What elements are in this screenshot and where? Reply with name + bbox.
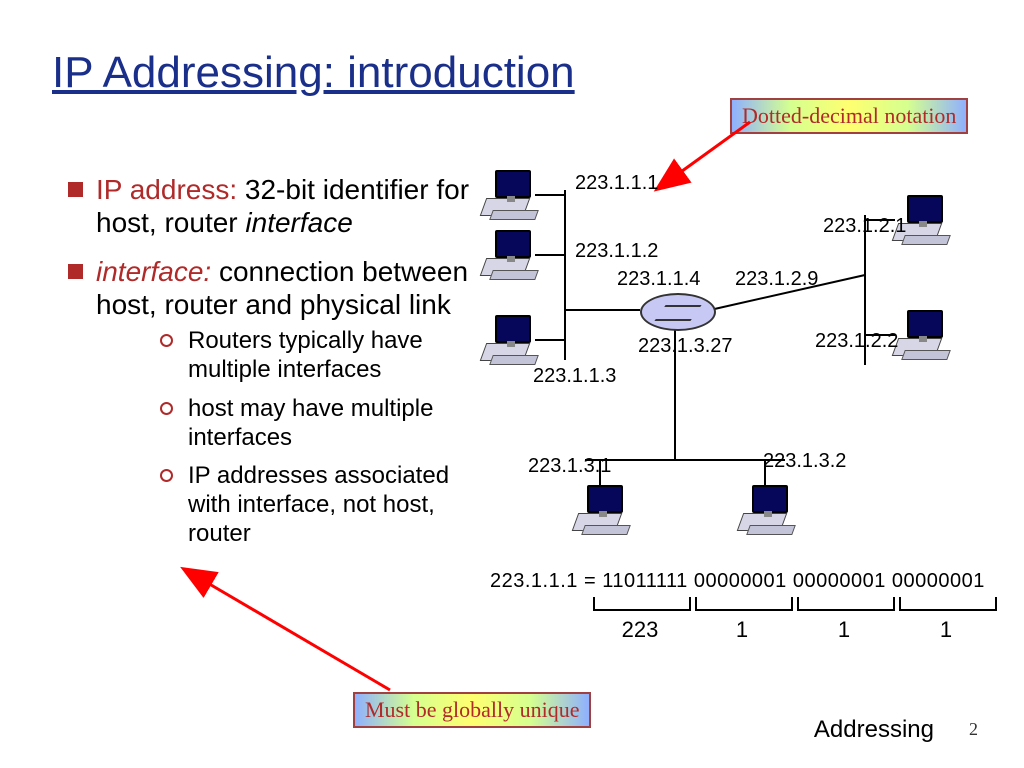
ip-label: 223.1.2.2 — [815, 330, 898, 353]
network-diagram: 223.1.1.1 223.1.1.2 223.1.1.3 223.1.1.4 … — [475, 160, 1015, 555]
ip-label: 223.1.1.1 — [575, 172, 658, 195]
bullet-interface: interface: connection between host, rout… — [68, 255, 488, 549]
ip-label: 223.1.1.4 — [617, 268, 700, 291]
octet-brackets: 223 1 1 1 — [490, 597, 1000, 657]
binary-breakdown: 223.1.1.1 = 11011111 00000001 00000001 0… — [490, 570, 1000, 657]
bullet-ip-address: IP address: 32-bit identifier for host, … — [68, 173, 488, 239]
page-number: 2 — [969, 719, 978, 740]
host-icon — [483, 315, 535, 363]
octet-value-4: 1 — [899, 617, 993, 643]
octet-value-1: 223 — [593, 617, 687, 643]
ip-label: 223.1.2.1 — [823, 215, 906, 238]
host-icon — [483, 230, 535, 278]
sub-host-multiple: host may have multiple interfaces — [160, 395, 488, 453]
binary-line: 223.1.1.1 = 11011111 00000001 00000001 0… — [490, 570, 1000, 593]
octet-value-3: 1 — [797, 617, 891, 643]
octet-value-2: 1 — [695, 617, 789, 643]
term-ip-address: IP address: — [96, 174, 237, 205]
host-icon — [575, 485, 627, 533]
sub-bullets: Routers typically have multiple interfac… — [96, 327, 488, 549]
ip-label: 223.1.2.9 — [735, 268, 818, 291]
term-interface: interface: — [96, 256, 211, 287]
callout-globally-unique: Must be globally unique — [353, 692, 591, 728]
host-icon — [483, 170, 535, 218]
host-icon — [740, 485, 792, 533]
ip-label: 223.1.3.1 — [528, 455, 611, 478]
bracket-octet-3 — [797, 597, 895, 611]
callout-dotted-decimal: Dotted-decimal notation — [730, 98, 968, 134]
text-interface-ital: interface — [245, 207, 352, 238]
bracket-octet-4 — [899, 597, 997, 611]
host-icon — [895, 310, 947, 358]
sub-ip-interface: IP addresses associated with interface, … — [160, 462, 488, 548]
footer-section: Addressing — [814, 716, 934, 744]
bracket-octet-1 — [593, 597, 691, 611]
slide-title: IP Addressing: introduction — [52, 48, 575, 98]
bullet-column: IP address: 32-bit identifier for host, … — [68, 173, 488, 565]
sub-routers-multiple: Routers typically have multiple interfac… — [160, 327, 488, 385]
bracket-octet-2 — [695, 597, 793, 611]
ip-label: 223.1.1.3 — [533, 365, 616, 388]
ip-label: 223.1.3.27 — [638, 335, 733, 358]
ip-label: 223.1.3.2 — [763, 450, 846, 473]
router-icon — [640, 293, 716, 331]
ip-label: 223.1.1.2 — [575, 240, 658, 263]
